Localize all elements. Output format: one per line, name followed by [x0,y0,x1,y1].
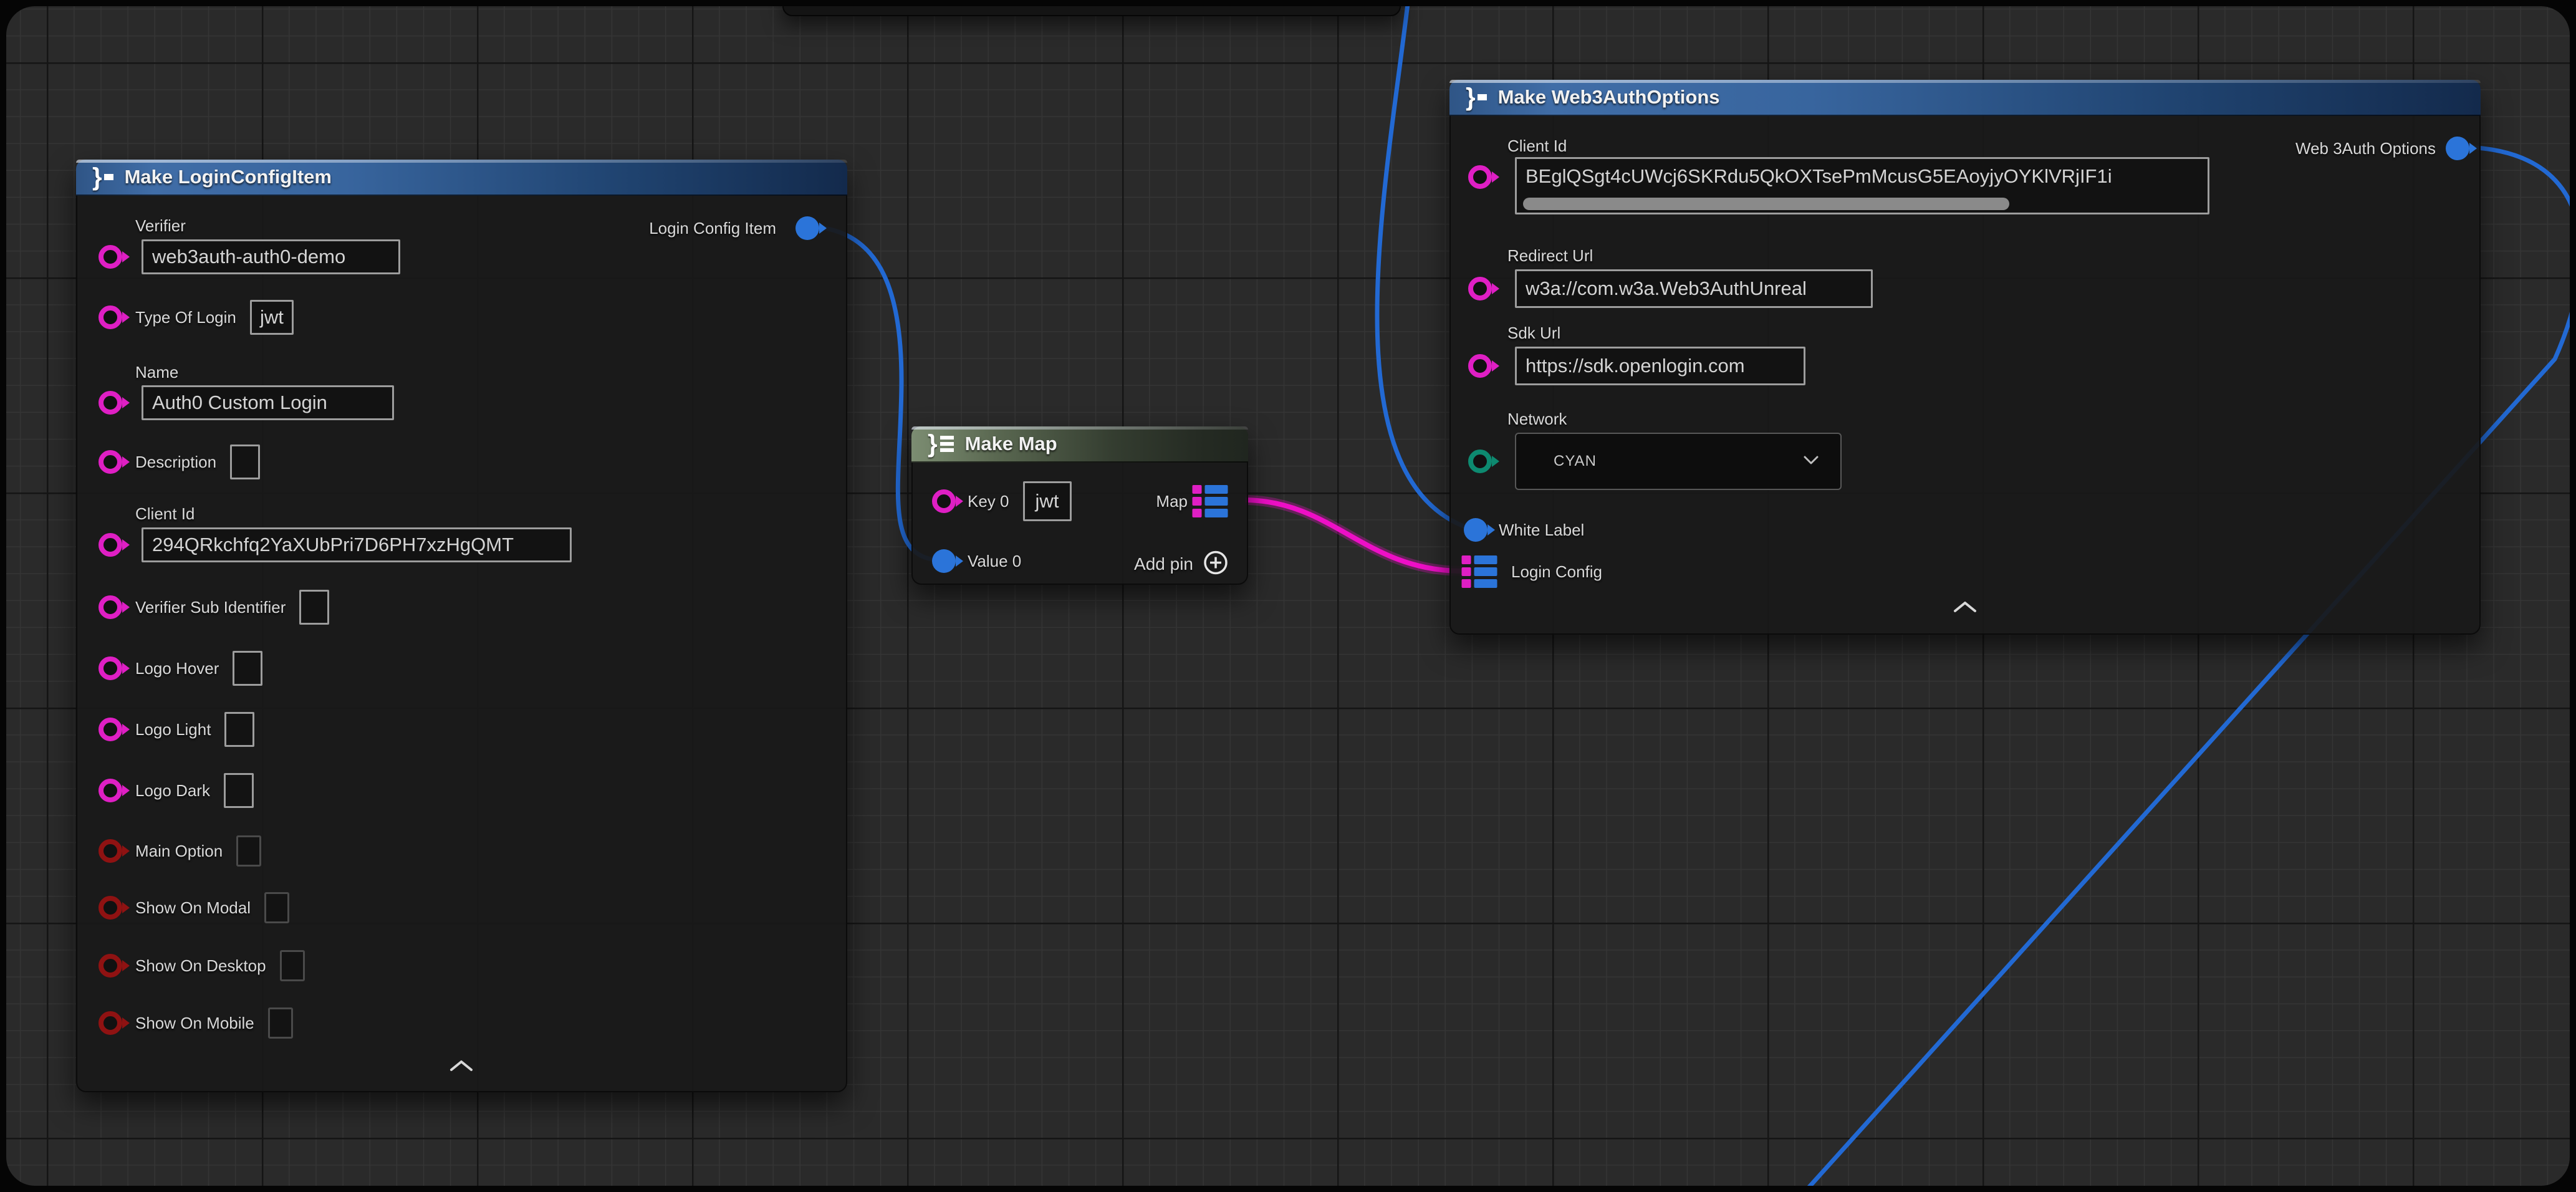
logo-light-label: Logo Light [135,720,211,739]
node-title: Make Map [965,433,1057,455]
node-header[interactable]: } Make Map [911,426,1248,463]
logo-light-input[interactable] [224,712,254,747]
node-title: Make Web3AuthOptions [1498,86,1720,108]
horizontal-scrollbar[interactable] [1523,198,2009,210]
value0-label: Value 0 [968,550,1021,572]
node-make-map[interactable]: } Make Map Key 0 Map Value 0 Add pin [911,426,1248,585]
login-config-label: Login Config [1511,560,1602,583]
wire-map-to-loginconfig[interactable] [1246,500,1463,571]
type-of-login-input[interactable] [250,300,294,335]
show-on-desktop-pin[interactable] [99,954,122,978]
redirect-url-pin[interactable] [1468,277,1492,300]
verifier-sub-identifier-label: Verifier Sub Identifier [135,598,286,617]
key0-input[interactable] [1023,481,1072,521]
map-pin-icon[interactable] [1193,485,1228,517]
show-on-desktop-label: Show On Desktop [135,956,266,976]
verifier-input[interactable] [142,239,400,274]
verifier-sub-identifier-pin[interactable] [99,595,122,619]
sdk-url-input[interactable] [1515,347,1805,385]
verifier-pin[interactable] [99,245,122,269]
verifier-label: Verifier [135,214,186,237]
dropdown-chevron-icon [1803,455,1819,468]
node-header[interactable]: } Make Web3AuthOptions [1449,80,2481,116]
add-pin-icon[interactable] [1201,549,1230,580]
network-pin[interactable] [1468,449,1492,473]
value0-pin[interactable] [932,549,956,573]
node-title: Make LoginConfigItem [125,166,332,188]
key0-label: Key 0 [968,492,1009,511]
show-on-mobile-checkbox[interactable] [268,1007,293,1039]
node-header[interactable]: } Make LoginConfigItem [76,160,847,196]
offscreen-node-partial[interactable] [782,6,1401,16]
redirect-url-label: Redirect Url [1507,244,1593,267]
client-id-input[interactable]: BEglQSgt4cUWcj6SKRdu5QkOXTsePmMcusG5EAoy… [1515,157,2209,214]
logo-hover-pin[interactable] [99,656,122,680]
name-label: Name [135,361,178,383]
client-id-label: Client Id [1507,135,1567,157]
name-pin[interactable] [99,391,122,415]
redirect-url-input[interactable] [1515,269,1873,308]
white-label-pin[interactable] [1464,518,1487,542]
show-on-modal-checkbox[interactable] [264,892,289,923]
output-pin-label: Web 3Auth Options [2295,137,2436,160]
type-of-login-pin[interactable] [99,305,122,329]
make-map-icon: } [928,431,954,456]
map-output-label: Map [1156,490,1188,512]
main-option-pin[interactable] [99,839,122,863]
network-dropdown[interactable]: CYAN [1515,433,1842,490]
key0-pin[interactable] [932,489,956,513]
description-input[interactable] [230,445,260,479]
show-on-mobile-label: Show On Mobile [135,1014,254,1033]
network-label: Network [1507,408,1567,430]
collapse-chevron-icon[interactable] [1951,600,1979,617]
type-of-login-label: Type Of Login [135,308,236,327]
output-pin-login-config-item[interactable] [795,216,819,240]
node-make-web3authoptions[interactable]: } Make Web3AuthOptions Web 3Auth Options… [1449,80,2481,635]
make-struct-icon: } [92,165,113,190]
verifier-sub-identifier-input[interactable] [299,590,329,625]
blueprint-editor-screenshot: } Make LoginConfigItem Login Config Item… [0,0,2576,1192]
client-id-pin[interactable] [1468,165,1492,189]
show-on-modal-pin[interactable] [99,896,122,920]
add-pin-label: Add pin [1134,553,1193,575]
show-on-modal-label: Show On Modal [135,898,251,918]
graph-canvas[interactable]: } Make LoginConfigItem Login Config Item… [6,6,2570,1186]
logo-light-pin[interactable] [99,718,122,741]
white-label-label: White Label [1499,519,1584,541]
main-option-checkbox[interactable] [236,835,261,867]
output-pin-web3auth-options[interactable] [2446,137,2469,160]
logo-hover-input[interactable] [233,651,262,686]
logo-dark-input[interactable] [224,773,254,808]
main-option-label: Main Option [135,842,223,861]
node-make-loginconfigitem[interactable]: } Make LoginConfigItem Login Config Item… [76,160,847,1092]
make-struct-icon: } [1466,85,1487,110]
sdk-url-pin[interactable] [1468,354,1492,378]
description-label: Description [135,453,216,472]
login-config-map-pin-icon[interactable] [1462,555,1497,588]
client-id-input[interactable] [142,527,572,562]
sdk-url-label: Sdk Url [1507,322,1560,344]
logo-dark-label: Logo Dark [135,781,210,800]
client-id-label: Client Id [135,502,195,525]
show-on-desktop-checkbox[interactable] [280,950,305,981]
client-id-pin[interactable] [99,533,122,557]
collapse-chevron-icon[interactable] [448,1059,475,1075]
name-input[interactable] [142,385,394,420]
logo-dark-pin[interactable] [99,779,122,802]
description-pin[interactable] [99,450,122,474]
show-on-mobile-pin[interactable] [99,1011,122,1035]
output-pin-label: Login Config Item [649,217,776,239]
logo-hover-label: Logo Hover [135,659,219,678]
